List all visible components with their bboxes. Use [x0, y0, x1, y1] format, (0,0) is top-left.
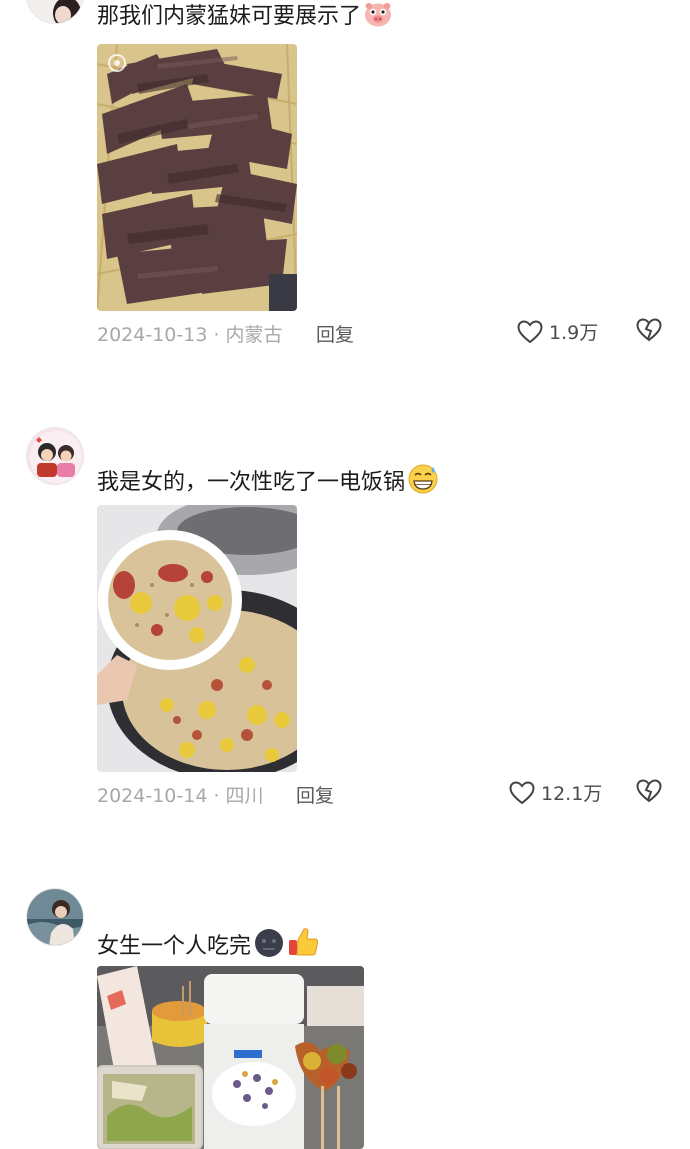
comment-text: 女生一个人吃完	[97, 926, 319, 967]
broken-heart-icon	[636, 779, 662, 803]
reply-button[interactable]: 回复	[296, 781, 334, 808]
comment-meta: 2024-10-13 · 内蒙古	[97, 320, 283, 347]
dislike-button[interactable]	[636, 779, 662, 807]
avatar[interactable]	[26, 0, 84, 24]
comment-body: 女生一个人吃完	[97, 934, 252, 959]
like-button[interactable]: 1.9万	[517, 318, 598, 345]
comment-location: 四川	[225, 785, 264, 807]
like-count: 12.1万	[541, 783, 603, 805]
comment-meta: 2024-10-14 · 四川	[97, 781, 264, 808]
thumbs-up-icon	[287, 926, 319, 967]
comment-body: 那我们内蒙猛妹可要展示了	[97, 4, 362, 29]
heart-outline-icon	[509, 780, 535, 804]
comment-text: 我是女的，一次性吃了一电饭锅	[97, 464, 439, 503]
comment-photo-claypot-rice[interactable]	[97, 505, 297, 772]
like-button[interactable]: 12.1万	[509, 779, 602, 806]
comment-body: 我是女的，一次性吃了一电饭锅	[97, 470, 406, 495]
avatar[interactable]	[26, 888, 84, 946]
like-count: 1.9万	[549, 322, 599, 344]
comment-location: 内蒙古	[225, 324, 283, 346]
dark-face-icon	[253, 928, 285, 967]
avatar[interactable]	[26, 427, 84, 485]
comment-date: 2024-10-14	[97, 785, 208, 807]
comment-text: 那我们内蒙猛妹可要展示了	[97, 2, 393, 37]
reply-button[interactable]: 回复	[316, 320, 354, 347]
comment-photo-beef-jerky[interactable]	[97, 44, 297, 311]
meta-separator: ·	[207, 324, 226, 346]
pig-face-icon	[363, 2, 393, 37]
sweat-grin-icon	[407, 464, 439, 503]
broken-heart-icon	[636, 318, 662, 342]
meta-separator: ·	[207, 785, 226, 807]
comment-photo-takeout-food[interactable]	[97, 966, 364, 1149]
dislike-button[interactable]	[636, 318, 662, 346]
comment-date: 2024-10-13	[97, 324, 208, 346]
heart-outline-icon	[517, 319, 543, 343]
